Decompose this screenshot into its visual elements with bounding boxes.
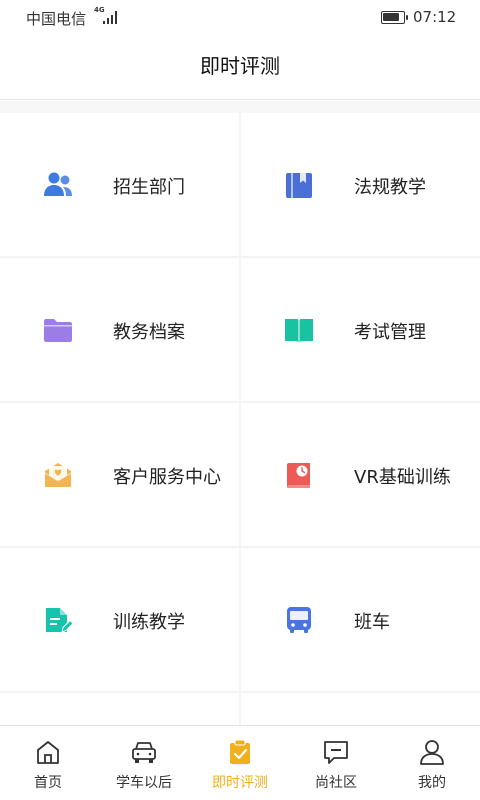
folder-icon <box>44 319 72 342</box>
mail-heart-icon <box>44 463 72 487</box>
grid-item-label: 考试管理 <box>354 322 426 343</box>
clock-book-icon <box>287 463 310 488</box>
grid-item-vr-training[interactable]: VR基础训练 <box>241 403 480 546</box>
grid-top-gap <box>0 101 480 113</box>
user-icon <box>420 740 444 765</box>
book-icon <box>286 173 312 198</box>
status-time: 07:12 <box>413 8 457 26</box>
grid-item-training-teaching[interactable]: 训练教学 <box>0 548 239 691</box>
grid-item-label: 教务档案 <box>113 322 185 343</box>
chat-icon <box>324 741 348 764</box>
grid-item-customer-service[interactable]: 客户服务中心 <box>0 403 239 546</box>
grid-item-label: 客户服务中心 <box>113 467 221 488</box>
grid-item-academic-records[interactable]: 教务档案 <box>0 258 239 401</box>
grid-item-label: 招生部门 <box>113 177 185 198</box>
feature-grid: 招生部门 法规教学 教务档案 考试管理 客户服务中心 VR基础训练 训练教学 班… <box>0 101 480 725</box>
grid-item-label: 训练教学 <box>113 612 185 633</box>
grid-item-partial[interactable] <box>0 693 239 725</box>
grid-item-partial[interactable] <box>241 693 480 725</box>
home-icon <box>37 741 59 764</box>
page-title: 即时评测 <box>200 54 280 78</box>
grid-item-enrollment[interactable]: 招生部门 <box>0 113 239 256</box>
battery-cap <box>406 15 408 20</box>
carrier-name: 中国电信 <box>26 10 87 28</box>
tab-label: 即时评测 <box>212 775 268 791</box>
tab-after-learning[interactable]: 学车以后 <box>96 726 192 800</box>
battery-icon <box>381 11 408 24</box>
tab-mine[interactable]: 我的 <box>384 726 480 800</box>
people-icon <box>44 172 72 196</box>
bottom-tab-bar: 首页 学车以后 即时评测 尚社区 我的 <box>0 725 480 800</box>
grid-item-exam-management[interactable]: 考试管理 <box>241 258 480 401</box>
bus-icon <box>287 607 311 633</box>
car-icon <box>132 742 156 763</box>
battery-fill <box>383 13 399 21</box>
tab-label: 首页 <box>34 775 62 791</box>
title-bar: 即时评测 <box>0 36 480 100</box>
edit-document-icon <box>46 608 74 633</box>
tab-instant-evaluation[interactable]: 即时评测 <box>192 726 288 800</box>
network-indicator: 4G <box>94 6 118 26</box>
tab-home[interactable]: 首页 <box>0 726 96 800</box>
grid-item-label: VR基础训练 <box>354 467 451 488</box>
open-book-icon <box>285 319 313 343</box>
tab-community[interactable]: 尚社区 <box>288 726 384 800</box>
tab-label: 尚社区 <box>315 775 357 791</box>
tab-label: 学车以后 <box>116 775 172 791</box>
grid-item-regulations[interactable]: 法规教学 <box>241 113 480 256</box>
clipboard-check-icon <box>230 739 250 764</box>
grid-item-label: 班车 <box>354 612 390 633</box>
grid-item-label: 法规教学 <box>354 177 426 198</box>
signal-icon <box>103 11 117 24</box>
status-bar: 中国电信 4G 07:12 <box>0 0 480 36</box>
tab-label: 我的 <box>418 775 446 791</box>
grid-item-shuttle-bus[interactable]: 班车 <box>241 548 480 691</box>
